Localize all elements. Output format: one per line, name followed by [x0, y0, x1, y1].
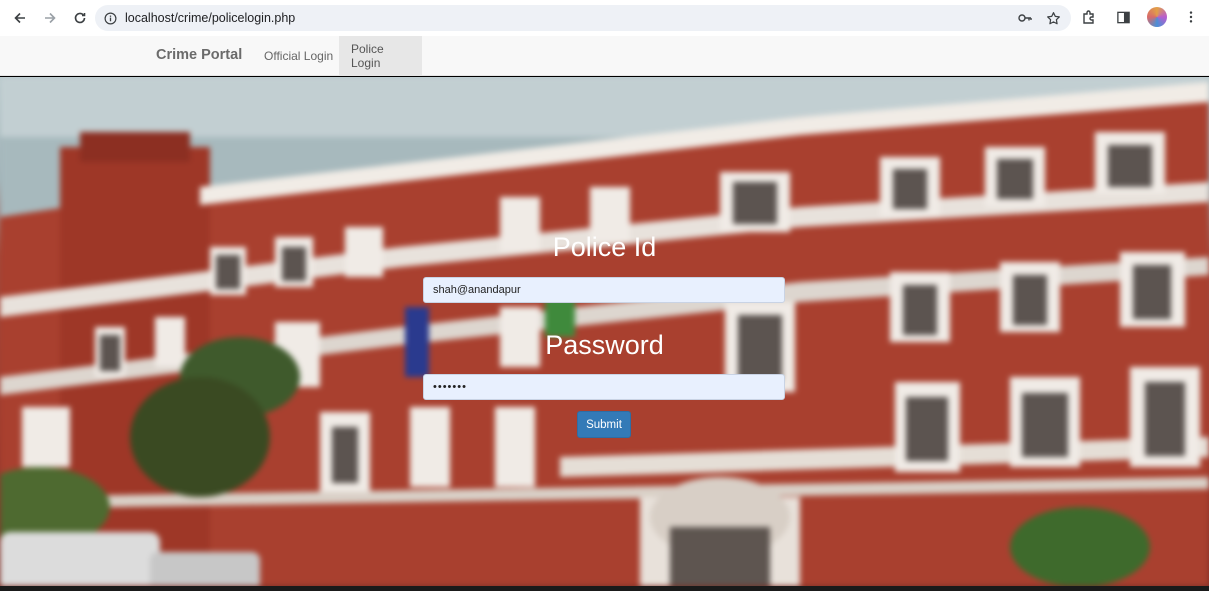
forward-arrow-icon[interactable] — [36, 4, 64, 32]
page-bottom-edge — [0, 586, 1209, 591]
profile-avatar-icon[interactable] — [1147, 7, 1167, 27]
more-menu-icon[interactable] — [1181, 7, 1201, 27]
bookmark-star-icon[interactable] — [1045, 10, 1061, 26]
side-panel-icon[interactable] — [1113, 7, 1133, 27]
police-id-input[interactable] — [423, 277, 785, 303]
brand-link[interactable]: Crime Portal — [156, 47, 242, 63]
nav-official-login[interactable]: Official Login — [252, 36, 345, 76]
address-bar[interactable]: localhost/crime/policelogin.php — [95, 5, 1071, 31]
nav-police-login[interactable]: Police Login — [339, 36, 422, 76]
reload-icon[interactable] — [66, 4, 94, 32]
site-navbar: Crime Portal Official Login Police Login — [0, 36, 1209, 76]
password-input[interactable] — [423, 374, 785, 400]
url-text: localhost/crime/policelogin.php — [125, 11, 296, 25]
password-key-icon[interactable] — [1017, 10, 1033, 26]
police-id-label: Police Id — [552, 232, 657, 262]
back-arrow-icon[interactable] — [6, 4, 34, 32]
extensions-puzzle-icon[interactable] — [1079, 7, 1099, 27]
browser-toolbar: localhost/crime/policelogin.php — [0, 0, 1209, 36]
submit-button[interactable]: Submit — [577, 411, 631, 438]
site-info-icon[interactable] — [103, 11, 117, 25]
password-label: Password — [545, 330, 664, 360]
